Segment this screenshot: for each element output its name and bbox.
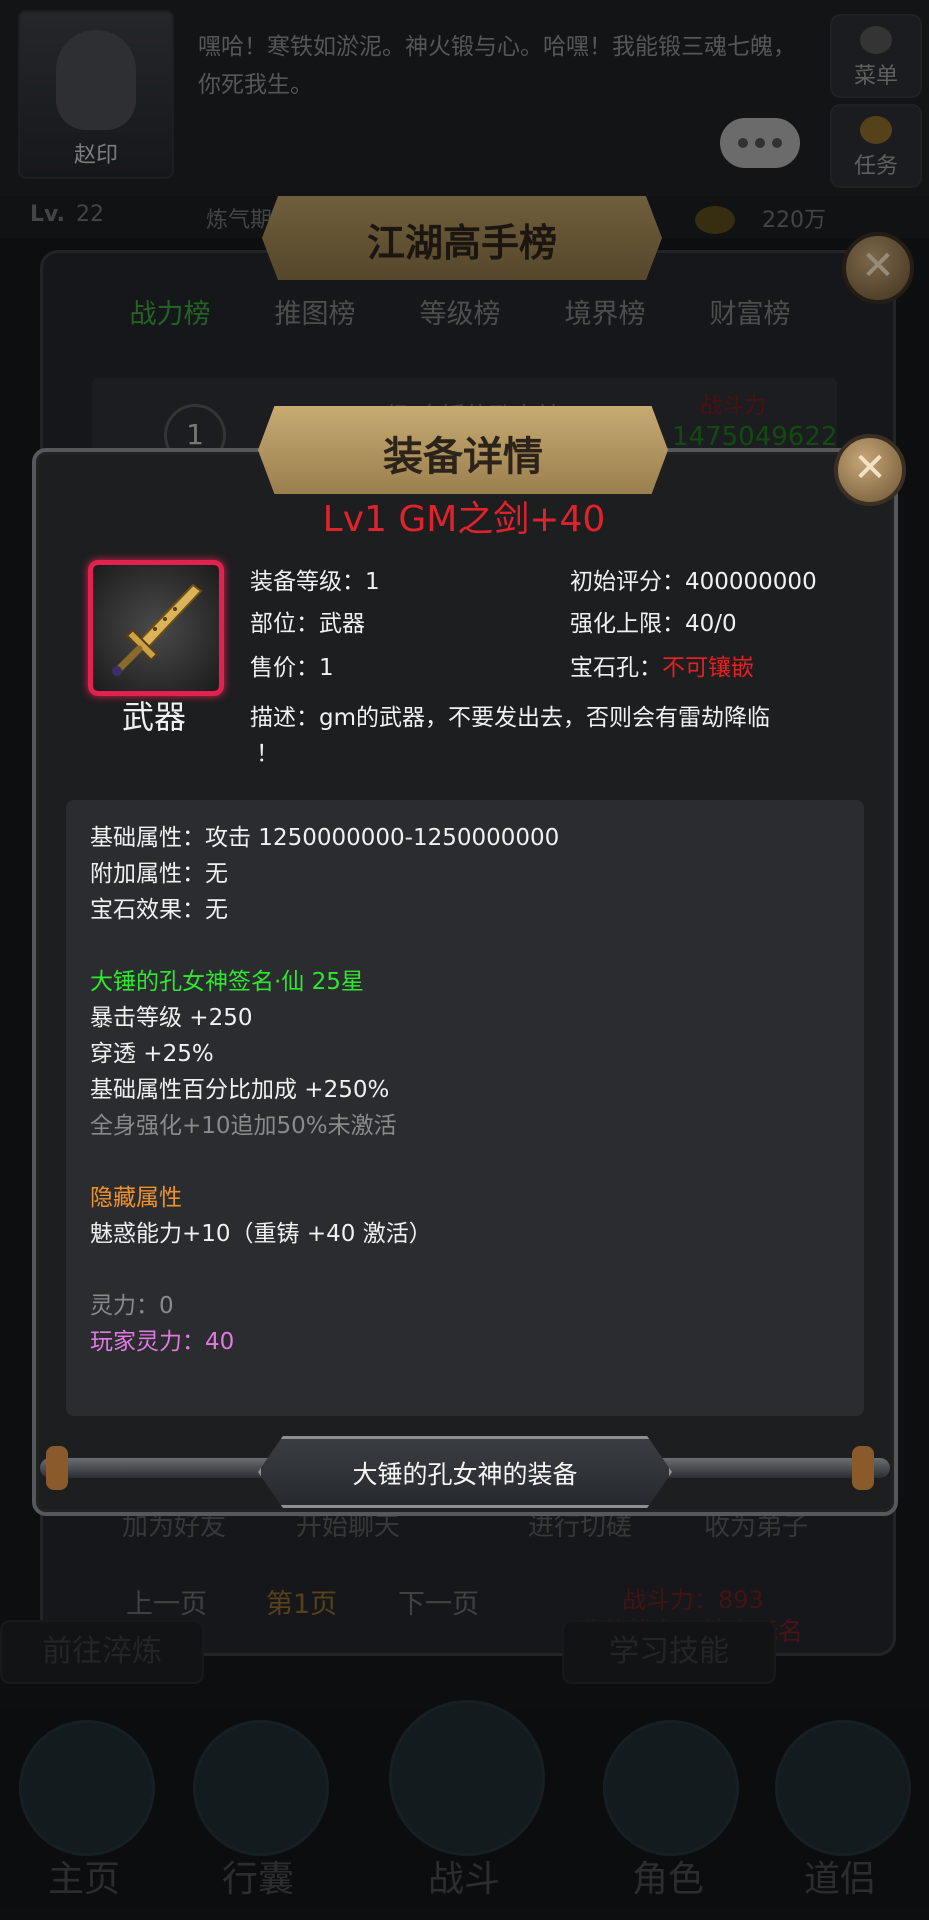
equip-price: 售价：1 [250, 655, 334, 681]
description-line-1: 描述：gm的武器，不要发出去，否则会有雷劫降临 [250, 705, 771, 731]
sword-icon [88, 560, 224, 696]
spirit-value: 灵力：0 [90, 1293, 174, 1319]
player-spirit-value: 玩家灵力：40 [90, 1329, 235, 1355]
initial-score: 初始评分：400000000 [570, 569, 817, 595]
set-line-base-percent: 基础属性百分比加成 +250% [90, 1077, 390, 1103]
gem-effect: 宝石效果：无 [90, 897, 228, 923]
close-icon: ✕ [853, 445, 887, 491]
set-line-penetration: 穿透 +25% [90, 1041, 214, 1067]
hidden-attribute-title: 隐藏属性 [90, 1185, 182, 1211]
set-title: 大锤的孔女神签名·仙 25星 [90, 969, 364, 995]
rod-cap-right [852, 1446, 874, 1490]
item-name: Lv1 GM之剑+40 [322, 499, 606, 540]
owner-plate: 大锤的孔女神的装备 [258, 1436, 672, 1508]
set-inactive-bonus: 全身强化+10追加50%未激活 [90, 1113, 397, 1139]
gem-slot: 宝石孔：不可镶嵌 [570, 648, 754, 682]
gem-slot-value: 不可镶嵌 [662, 655, 754, 681]
rod-cap-left [46, 1446, 68, 1490]
hidden-attribute-line: 魅惑能力+10（重铸 +40 激活） [90, 1221, 432, 1247]
equip-level: 装备等级：1 [250, 569, 380, 595]
gem-slot-label: 宝石孔： [570, 655, 662, 681]
dialog-title-banner: 装备详情 [258, 406, 668, 494]
description-line-2: ！ [256, 741, 279, 767]
enhance-limit: 强化上限：40/0 [570, 611, 737, 637]
equip-slot: 部位：武器 [250, 611, 365, 637]
dialog-title: 装备详情 [383, 434, 543, 480]
set-line-crit: 暴击等级 +250 [90, 1005, 253, 1031]
item-kind: 武器 [121, 698, 186, 736]
base-attribute: 基础属性：攻击 1250000000-1250000000 [90, 825, 560, 851]
extra-attribute: 附加属性：无 [90, 861, 228, 887]
owner-text: 大锤的孔女神的装备 [352, 1460, 578, 1489]
